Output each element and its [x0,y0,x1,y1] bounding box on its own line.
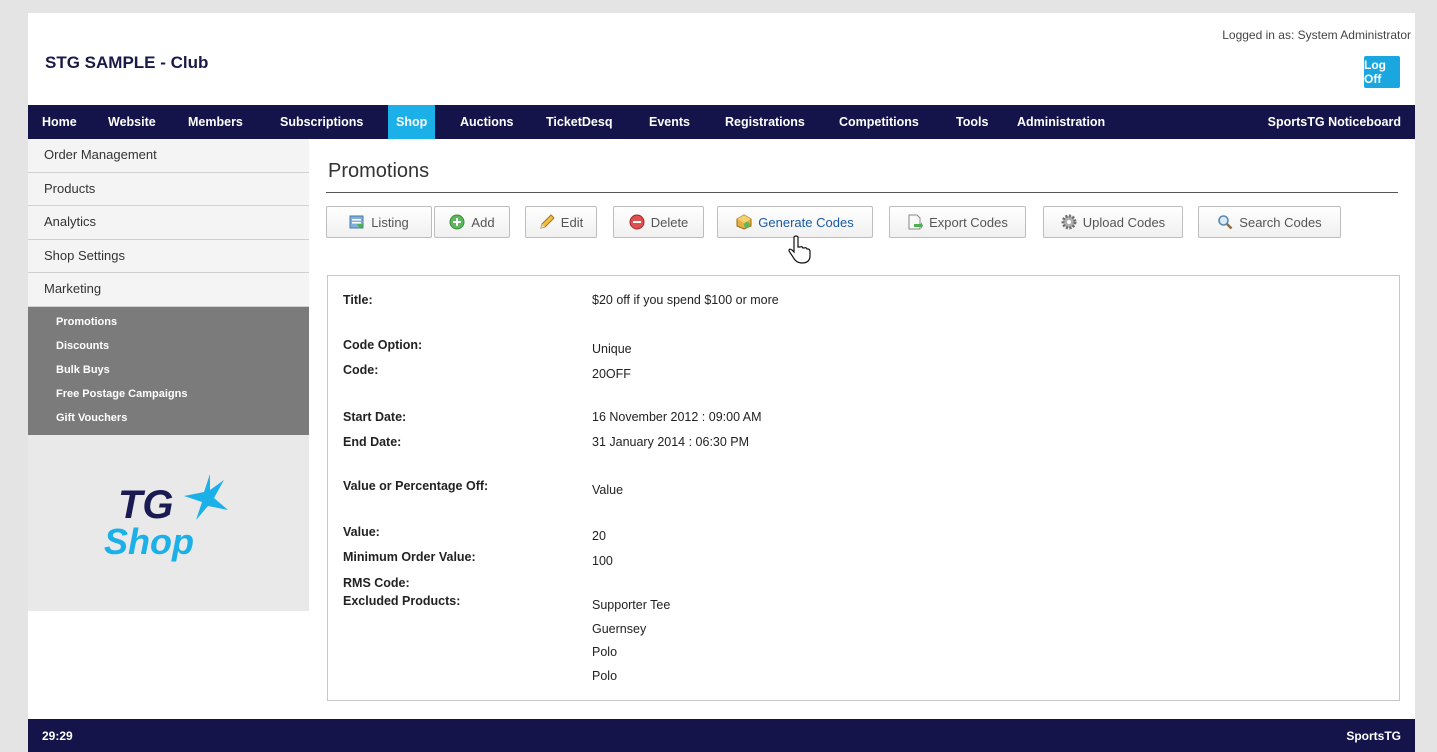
search-codes-label: Search Codes [1239,214,1322,230]
logo-star-icon [184,474,228,520]
nav-item-auctions[interactable]: Auctions [460,105,513,139]
submenu-item-gift-vouchers[interactable]: Gift Vouchers [28,407,309,431]
sidebar-item-shop-settings[interactable]: Shop Settings [28,239,309,273]
excluded-product-item: Guernsey [592,621,647,636]
nav-item-noticeboard[interactable]: SportsTG Noticeboard [1268,105,1401,139]
session-timer: 29:29 [42,729,73,743]
submenu-item-bulk-buys[interactable]: Bulk Buys [28,359,309,383]
nav-item-shop[interactable]: Shop [388,105,436,139]
logo-shop-text: Shop [104,521,194,562]
sidebar-item-analytics[interactable]: Analytics [28,206,309,240]
excluded-product-item: Polo [592,668,618,683]
add-label: Add [471,214,495,230]
title-divider [326,192,1398,193]
nav-item-tools[interactable]: Tools [956,105,988,139]
excluded-product-item: Polo [592,645,618,659]
add-button[interactable]: Add [434,206,510,238]
end-date-label: End Date: [343,435,402,449]
submenu-item-promotions[interactable]: Promotions [28,311,309,335]
excluded-products-label: Excluded Products: [343,594,461,608]
nav-item-events[interactable]: Events [649,105,690,139]
code-option-label: Code Option: [343,338,423,352]
top-navigation-bar: Home Website Members Subscriptions Shop … [28,105,1415,139]
nav-item-home[interactable]: Home [42,105,77,139]
listing-button[interactable]: Listing [326,206,432,238]
export-codes-label: Export Codes [929,214,1008,230]
detail-row-excluded-products: Excluded Products: [328,594,1399,614]
logged-in-status: Logged in as: System Administrator [1222,28,1411,42]
sidebar-item-products[interactable]: Products [28,172,309,206]
rms-code-label: RMS Code: [343,576,410,590]
upload-codes-button[interactable]: Upload Codes [1043,206,1183,238]
footer-bar: 29:29 SportsTG [28,719,1415,752]
excluded-products-list: Supporter Tee Guernsey Polo Polo [592,598,670,692]
hand-pointer-cursor-icon [788,235,811,264]
export-codes-button[interactable]: Export Codes [889,206,1026,238]
detail-row-value-or-percentage: Value or Percentage Off: Value [328,479,1399,499]
end-date-value: 31 January 2014 : 06:30 PM [592,435,750,449]
detail-row-code-option: Code Option: Unique [328,338,1399,358]
start-date-label: Start Date: [343,410,407,424]
detail-row-value: Value: 20 [328,525,1399,545]
tg-shop-logo: TG Shop [104,474,228,562]
code-option-value: Unique [592,342,632,356]
code-label: Code: [343,363,379,377]
club-title: STG SAMPLE - Club [45,53,209,72]
nav-item-ticketdesq[interactable]: TicketDesq [546,105,612,139]
nav-item-competitions[interactable]: Competitions [839,105,919,139]
detail-row-minimum-order: Minimum Order Value: 100 [328,550,1399,570]
minimum-order-value: 100 [592,554,613,568]
minimum-order-label: Minimum Order Value: [343,550,476,564]
upload-codes-gear-icon [1061,214,1077,230]
sidebar-item-order-management[interactable]: Order Management [28,139,309,173]
delete-button[interactable]: Delete [613,206,704,238]
code-value: 20OFF [592,367,631,381]
excluded-product-item: Supporter Tee [592,598,671,612]
title-value: $20 off if you spend $100 or more [592,293,779,307]
submenu-item-discounts[interactable]: Discounts [28,335,309,359]
detail-row-code: Code: 20OFF [328,363,1399,383]
sidebar-item-marketing[interactable]: Marketing [28,273,309,307]
value-value: 20 [592,529,606,543]
log-off-button[interactable]: Log Off [1364,56,1400,88]
sidebar: Order Management Products Analytics Shop… [28,139,309,611]
app-window: STG SAMPLE - Club Logged in as: System A… [28,13,1415,752]
marketing-submenu: Promotions Discounts Bulk Buys Free Post… [28,306,309,435]
search-icon [1218,215,1233,230]
value-or-percentage-value: Value [592,483,624,497]
generate-codes-icon [736,214,752,230]
value-or-percentage-label: Value or Percentage Off: [343,479,489,493]
detail-row-end-date: End Date: 31 January 2014 : 06:30 PM [328,435,1399,455]
listing-icon [349,215,365,229]
page-title: Promotions [328,160,430,182]
upload-codes-label: Upload Codes [1082,214,1166,230]
detail-row-start-date: Start Date: 16 November 2012 : 09:00 AM [328,410,1399,430]
footer-brand: SportsTG [1346,729,1401,743]
nav-item-administration[interactable]: Administration [1017,105,1105,139]
title-label: Title: [343,293,373,307]
generate-codes-button[interactable]: Generate Codes [717,206,873,238]
nav-item-registrations[interactable]: Registrations [725,105,805,139]
export-codes-icon [908,214,924,230]
submenu-item-free-postage[interactable]: Free Postage Campaigns [28,383,309,407]
promotion-details-panel: Title: $20 off if you spend $100 or more… [327,275,1400,701]
nav-item-members[interactable]: Members [188,105,243,139]
edit-pencil-icon [540,214,555,229]
edit-button[interactable]: Edit [525,206,597,238]
value-label: Value: [343,525,380,539]
detail-row-rms-code: RMS Code: [328,576,1399,596]
start-date-value: 16 November 2012 : 09:00 AM [592,410,762,424]
generate-codes-label: Generate Codes [758,214,854,230]
nav-item-subscriptions[interactable]: Subscriptions [280,105,363,139]
detail-row-title: Title: $20 off if you spend $100 or more [328,293,1399,313]
add-icon [449,214,465,230]
listing-label: Listing [371,214,409,230]
nav-item-website[interactable]: Website [108,105,156,139]
search-codes-button[interactable]: Search Codes [1198,206,1341,238]
delete-label: Delete [650,214,689,230]
edit-label: Edit [560,214,584,230]
delete-icon [629,214,645,230]
